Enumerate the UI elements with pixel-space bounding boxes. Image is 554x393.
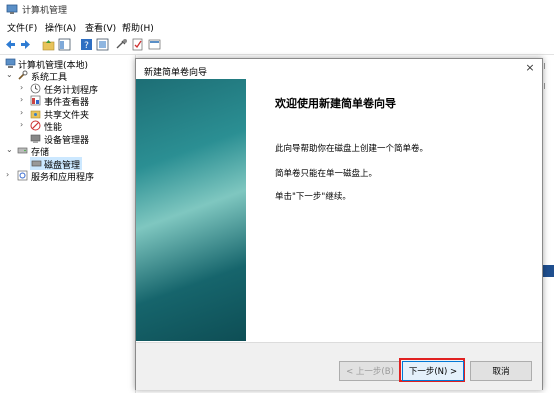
back-arrow-icon[interactable] [4,38,17,51]
navigation-tree: 计算机管理(本地) ⌄ 系统工具 › 任务计划程序 › 事件查看器 › 共享文件… [0,55,136,393]
view-icon[interactable] [96,38,109,51]
window-title: 计算机管理 [22,6,68,16]
menu-action[interactable]: 操作(A) [45,21,76,34]
tree-view-icon[interactable] [58,38,71,51]
dialog-footer: < 上一步(B) 下一步(N) > 取消 [136,342,542,390]
checklist-icon[interactable] [131,38,144,51]
performance-icon [30,120,41,131]
menu-view[interactable]: 查看(V) [85,21,116,34]
new-simple-volume-wizard: 新建简单卷向导 × 欢迎使用新建简单卷向导 此向导帮助你在磁盘上创建一个简单卷。… [135,58,543,390]
computer-management-icon [6,4,18,14]
help-icon[interactable]: ? [80,38,93,51]
computer-icon [5,58,16,68]
forward-arrow-icon[interactable] [19,38,32,51]
menu-file[interactable]: 文件(F) [7,21,37,34]
dialog-title: 新建简单卷向导 [144,68,208,78]
title-bar: 计算机管理 [0,0,554,18]
description-line-3: 单击"下一步"继续。 [275,192,351,202]
svg-text:?: ? [84,41,89,51]
tree-item-event-viewer[interactable]: › 事件查看器 [20,95,130,108]
tree-label: 存储 [31,148,50,158]
tree-item-system-tools[interactable]: ⌄ 系统工具 [6,70,131,83]
clock-icon [30,83,41,94]
chevron-right-icon[interactable]: › [20,120,28,129]
description-line-2: 简单卷只能在单一磁盘上。 [275,169,378,179]
back-button[interactable]: < 上一步(B) [339,361,401,381]
next-button[interactable]: 下一步(N) > [402,361,464,381]
tree-item-root[interactable]: 计算机管理(本地) [4,58,134,71]
chevron-down-icon[interactable]: ⌄ [6,70,14,79]
storage-icon [17,147,28,154]
cancel-button[interactable]: 取消 [470,361,532,381]
shared-folder-icon [30,110,41,119]
folder-up-icon[interactable] [42,38,55,51]
toolbar: ? [0,35,554,55]
connect-icon[interactable] [115,38,128,51]
tree-item-disk-management[interactable]: 磁盘管理 [30,158,130,171]
chevron-right-icon[interactable]: › [20,108,28,117]
tree-label: 性能 [44,123,63,133]
tree-item-performance[interactable]: › 性能 [20,120,130,133]
chevron-down-icon[interactable]: ⌄ [6,145,14,154]
tree-label: 事件查看器 [44,98,90,108]
menu-help[interactable]: 帮助(H) [122,21,154,34]
tools-icon [18,70,28,80]
device-manager-icon [30,134,41,143]
services-icon [17,170,28,181]
description-line-1: 此向导帮助你在磁盘上创建一个简单卷。 [275,144,429,154]
tree-item-services-apps[interactable]: › 服务和应用程序 [6,170,131,183]
close-icon[interactable]: × [524,62,536,74]
welcome-heading: 欢迎使用新建简单卷向导 [275,97,396,110]
tree-label: 服务和应用程序 [31,173,95,183]
event-viewer-icon [30,95,41,106]
chevron-right-icon[interactable]: › [6,170,14,179]
chevron-right-icon[interactable]: › [20,83,28,92]
chevron-right-icon[interactable]: › [20,95,28,104]
tree-item-shared-folders[interactable]: › 共享文件夹 [20,108,130,121]
tree-item-device-manager[interactable]: 设备管理器 [20,133,130,146]
properties-icon[interactable] [148,38,161,51]
tree-label: 系统工具 [31,73,68,83]
wizard-banner-image [136,79,246,341]
disk-icon [31,160,42,167]
tree-item-task-scheduler[interactable]: › 任务计划程序 [20,83,130,96]
menu-bar: 文件(F) 操作(A) 查看(V) 帮助(H) [0,19,554,35]
tree-item-storage[interactable]: ⌄ 存储 [6,145,131,158]
